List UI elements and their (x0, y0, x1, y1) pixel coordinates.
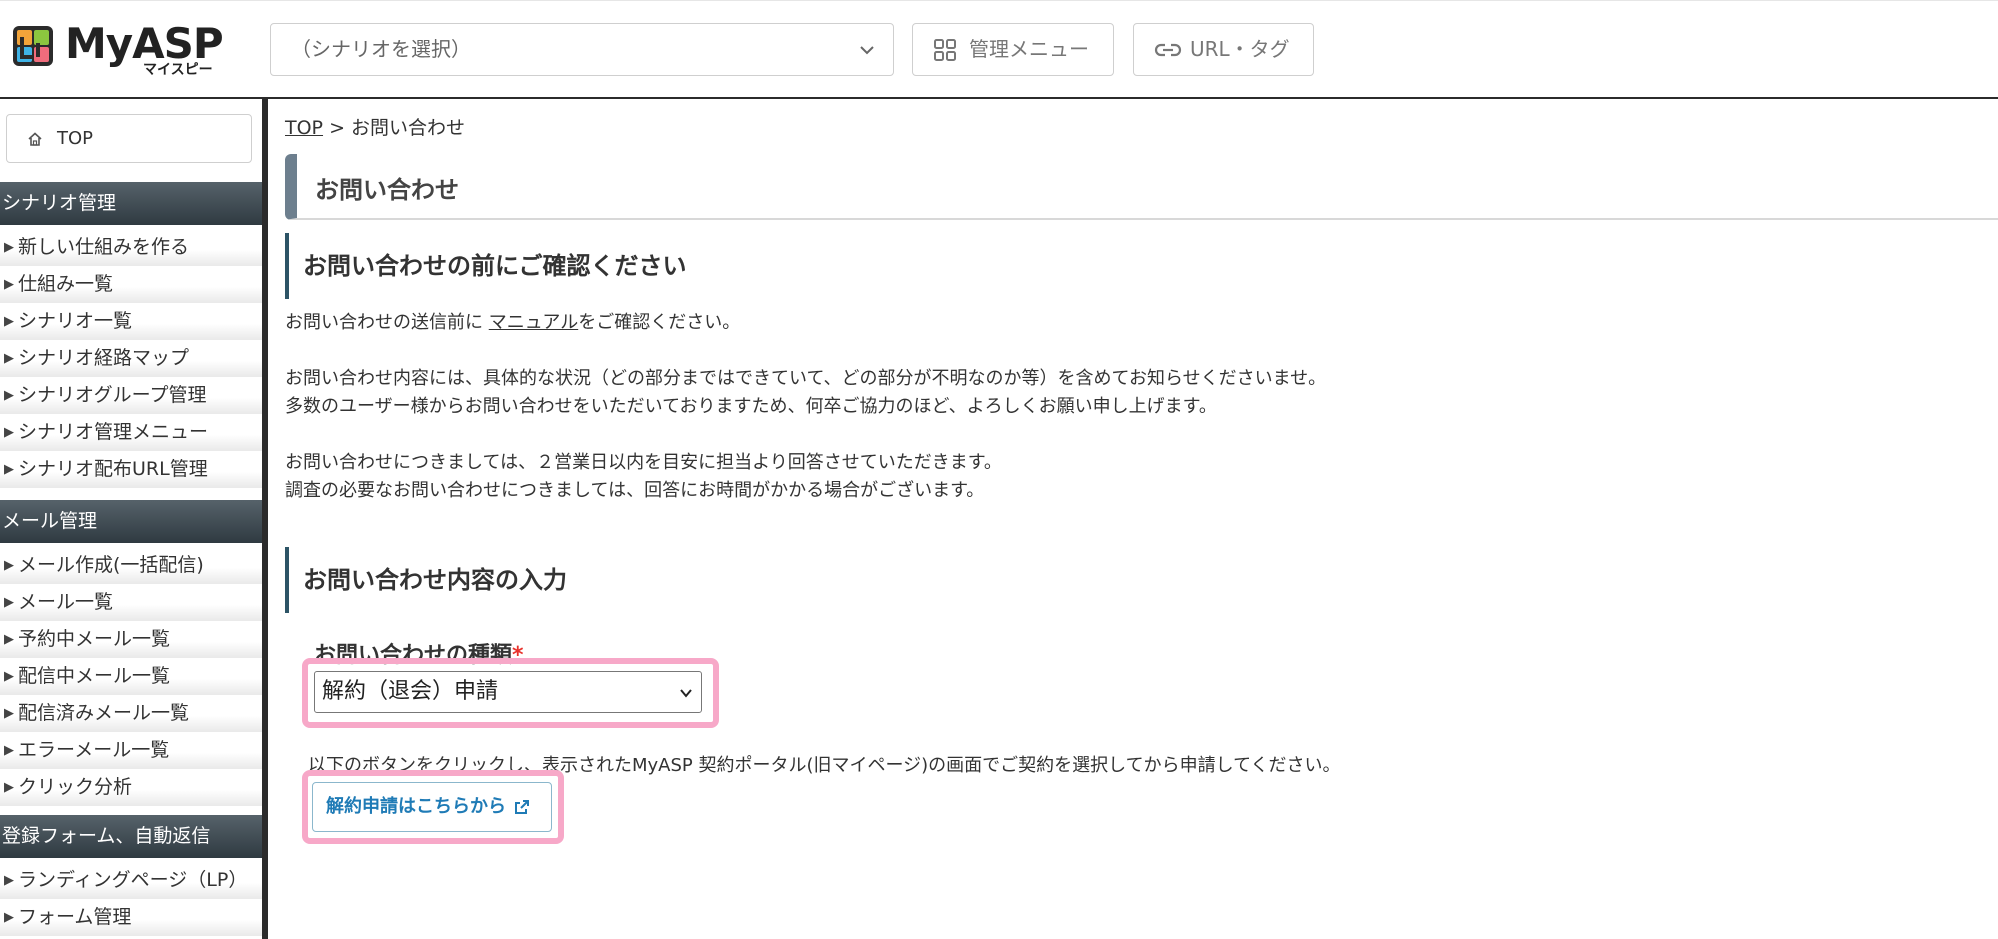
manual-notice: お問い合わせの送信前に マニュアルをご確認ください。 (285, 309, 740, 337)
sidebar-item-label: シナリオ経路マップ (18, 347, 190, 369)
cancel-request-button[interactable]: 解約申請はこちらから (312, 782, 552, 832)
sidebar-item-label: シナリオグループ管理 (18, 384, 207, 406)
sidebar-item-scheduled-mail[interactable]: ▶ 予約中メール一覧 (0, 622, 262, 658)
sidebar-item-label: クリック分析 (18, 776, 133, 798)
sidebar-section-scenario: シナリオ管理 (0, 182, 262, 225)
sidebar-section-forms: 登録フォーム、自動返信 (0, 815, 262, 858)
myasp-logo[interactable]: MyASP マイスピー (10, 19, 224, 78)
page-title-bar: お問い合わせ (285, 154, 1998, 220)
sidebar-item-mail-list[interactable]: ▶ メール一覧 (0, 585, 262, 621)
response-notice: お問い合わせにつきましては、２営業日以内を目安に担当より回答させていただきます。… (285, 449, 1002, 505)
triangle-right-icon: ▶ (4, 706, 14, 721)
triangle-right-icon: ▶ (4, 351, 14, 366)
cancel-request-label: 解約申請はこちらから (326, 796, 506, 817)
page-title: お問い合わせ (315, 176, 459, 204)
sidebar-top-label: TOP (57, 128, 94, 149)
sidebar-section-title: 登録フォーム、自動返信 (2, 825, 211, 847)
sidebar-item-click-analysis[interactable]: ▶ クリック分析 (0, 770, 262, 806)
guidance-line: 多数のユーザー様からお問い合わせをいただいておりますため、何卒ご協力のほど、よろ… (285, 396, 1217, 417)
sidebar-section-mail: メール管理 (0, 500, 262, 543)
logo-subtext: マイスピー (143, 62, 213, 78)
sidebar-item-scenario-menu[interactable]: ▶ シナリオ管理メニュー (0, 415, 262, 451)
sidebar-item-label: 配信済みメール一覧 (18, 702, 190, 724)
sidebar-item-form-management[interactable]: ▶ フォーム管理 (0, 900, 262, 936)
triangle-right-icon: ▶ (4, 425, 14, 440)
sidebar-item-scenario-group[interactable]: ▶ シナリオグループ管理 (0, 378, 262, 414)
response-line: 調査の必要なお問い合わせにつきましては、回答にお時間がかかる場合がございます。 (285, 480, 985, 501)
sidebar-item-label: 配信中メール一覧 (18, 665, 171, 687)
sidebar-item-mechanism-list[interactable]: ▶ 仕組み一覧 (0, 267, 262, 303)
triangle-right-icon: ▶ (4, 314, 14, 329)
breadcrumb: TOP > お問い合わせ (285, 113, 465, 140)
inquiry-type-select[interactable]: 解約（退会）申請 (314, 671, 702, 713)
triangle-right-icon: ▶ (4, 462, 14, 477)
guidance-line: お問い合わせ内容には、具体的な状況（どの部分まではできていて、どの部分が不明なの… (285, 368, 1327, 389)
sidebar-item-sent-mail[interactable]: ▶ 配信済みメール一覧 (0, 696, 262, 732)
sidebar: TOP シナリオ管理 ▶ 新しい仕組みを作る ▶ 仕組み一覧 ▶ シナリオ一覧 ▶ シナ… (0, 99, 268, 939)
grid-icon (934, 39, 956, 61)
manual-notice-text: をご確認ください。 (578, 312, 741, 333)
sidebar-item-new-mechanism[interactable]: ▶ 新しい仕組みを作る (0, 230, 262, 266)
sidebar-item-label: メール作成(一括配信) (18, 554, 204, 576)
inquiry-guidance: お問い合わせ内容には、具体的な状況（どの部分まではできていて、どの部分が不明なの… (285, 365, 1326, 421)
scenario-select[interactable]: （シナリオを選択） (270, 23, 894, 76)
triangle-right-icon: ▶ (4, 558, 14, 573)
response-line: お問い合わせにつきましては、２営業日以内を目安に担当より回答させていただきます。 (285, 452, 1002, 473)
manual-notice-text: お問い合わせの送信前に (285, 312, 489, 333)
manual-link[interactable]: マニュアル (489, 312, 578, 333)
external-link-icon (515, 800, 530, 814)
sidebar-item-label: シナリオ一覧 (18, 310, 133, 332)
sidebar-item-error-mail[interactable]: ▶ エラーメール一覧 (0, 733, 262, 769)
triangle-right-icon: ▶ (4, 632, 14, 647)
admin-menu-label: 管理メニュー (969, 37, 1089, 61)
admin-menu-button[interactable]: 管理メニュー (912, 23, 1114, 76)
main-content: TOP > お問い合わせ お問い合わせ お問い合わせの前にご確認ください お問い… (268, 99, 1998, 939)
url-tag-button[interactable]: URL・タグ (1133, 23, 1314, 76)
inquiry-type-value: 解約（退会）申請 (322, 679, 499, 704)
app-header: MyASP マイスピー （シナリオを選択） 管理メニュー URL・タグ (0, 0, 1998, 99)
triangle-right-icon: ▶ (4, 780, 14, 795)
sidebar-item-label: 予約中メール一覧 (18, 628, 171, 650)
triangle-right-icon: ▶ (4, 910, 14, 925)
sidebar-item-sending-mail[interactable]: ▶ 配信中メール一覧 (0, 659, 262, 695)
sidebar-item-label: メール一覧 (18, 591, 114, 613)
triangle-right-icon: ▶ (4, 873, 14, 888)
chevron-down-icon (860, 46, 874, 55)
triangle-right-icon: ▶ (4, 595, 14, 610)
triangle-right-icon: ▶ (4, 277, 14, 292)
triangle-right-icon: ▶ (4, 240, 14, 255)
link-icon (1154, 43, 1182, 57)
triangle-right-icon: ▶ (4, 669, 14, 684)
sidebar-top-button[interactable]: TOP (6, 114, 252, 163)
sidebar-item-label: 仕組み一覧 (18, 273, 114, 295)
sidebar-item-label: シナリオ管理メニュー (18, 421, 209, 443)
breadcrumb-separator: > (329, 117, 345, 139)
sidebar-item-landing-page[interactable]: ▶ ランディングページ（LP） (0, 863, 262, 899)
sidebar-item-mail-create[interactable]: ▶ メール作成(一括配信) (0, 548, 262, 584)
logo-mark-icon (13, 26, 53, 66)
breadcrumb-current: お問い合わせ (351, 117, 466, 139)
sidebar-section-title: メール管理 (2, 510, 98, 532)
sidebar-item-label: 新しい仕組みを作る (18, 236, 190, 258)
scenario-select-value: （シナリオを選択） (291, 37, 471, 61)
sidebar-item-scenario-list[interactable]: ▶ シナリオ一覧 (0, 304, 262, 340)
sidebar-item-scenario-url[interactable]: ▶ シナリオ配布URL管理 (0, 452, 262, 488)
sidebar-item-label: ランディングページ（LP） (18, 869, 248, 891)
sidebar-section-title: シナリオ管理 (2, 192, 117, 214)
sidebar-item-label: フォーム管理 (18, 906, 132, 928)
sidebar-item-label: シナリオ配布URL管理 (18, 458, 208, 480)
section-title-input: お問い合わせ内容の入力 (285, 547, 1385, 613)
chevron-down-icon (680, 689, 692, 698)
home-icon (28, 132, 42, 146)
sidebar-item-scenario-map[interactable]: ▶ シナリオ経路マップ (0, 341, 262, 377)
triangle-right-icon: ▶ (4, 743, 14, 758)
triangle-right-icon: ▶ (4, 388, 14, 403)
url-tag-label: URL・タグ (1190, 37, 1290, 61)
section-title-confirm: お問い合わせの前にご確認ください (285, 233, 1385, 299)
breadcrumb-top-link[interactable]: TOP (285, 117, 323, 139)
sidebar-item-label: エラーメール一覧 (18, 739, 170, 761)
